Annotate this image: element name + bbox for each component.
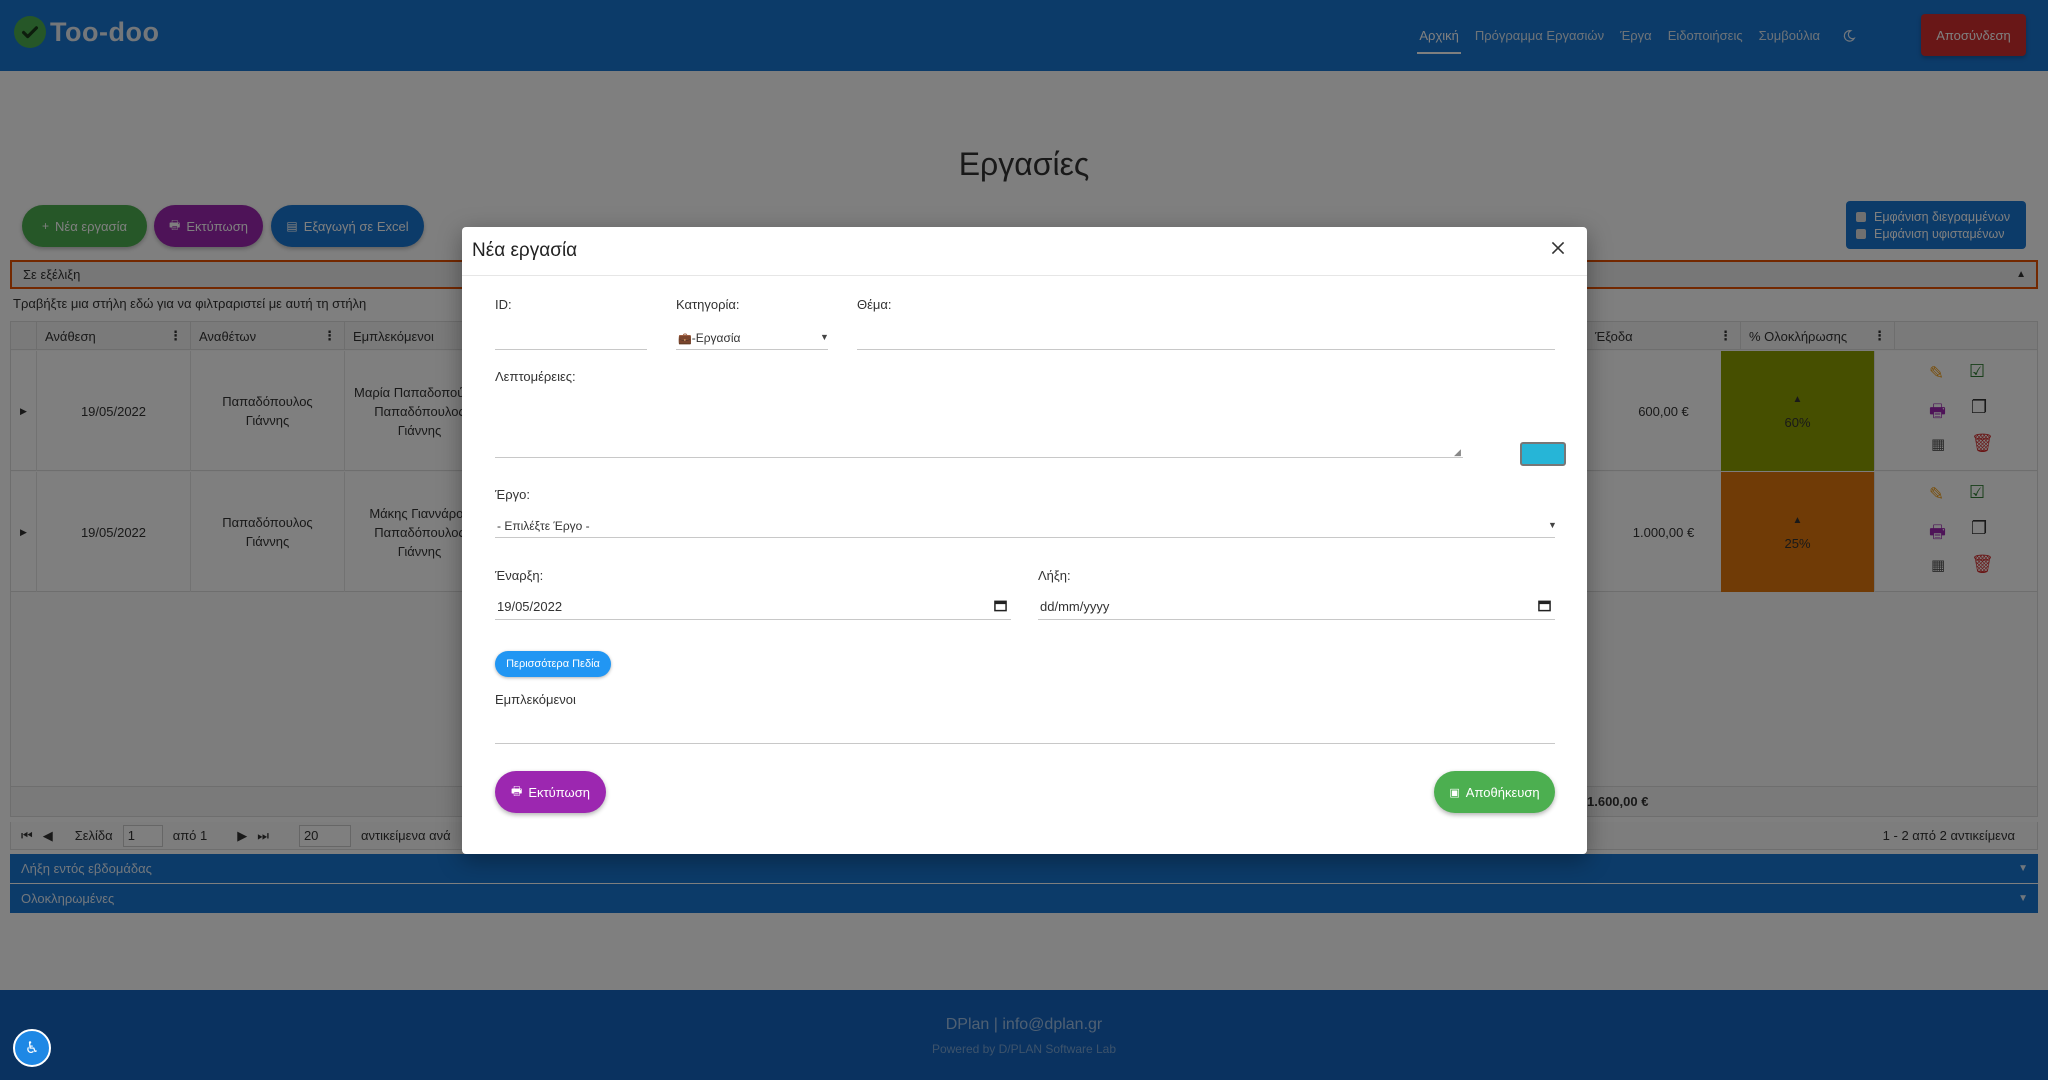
subject-label: Θέμα: [857,297,892,312]
project-underline [495,537,1555,538]
modal-print-button[interactable]: 🖶 Εκτύπωση [495,771,606,813]
start-date-label: Έναρξη: [495,568,544,583]
printer-icon: 🖶 [511,783,523,798]
modal-print-label: Εκτύπωση [528,784,590,800]
id-field[interactable] [495,349,647,350]
modal-header: Νέα εργασία [462,227,1587,276]
end-date-label: Λήξη: [1038,568,1071,583]
subject-field[interactable] [857,349,1555,350]
id-label: ID: [495,297,512,312]
category-select[interactable]: 💼-Εργασία [678,331,740,345]
end-date-underline [1038,619,1555,620]
save-button[interactable]: ▣ Αποθήκευση [1434,771,1555,813]
details-textarea[interactable] [495,457,1463,458]
calendar-icon[interactable] [994,599,1007,612]
accessibility-icon[interactable]: ♿ [13,1029,51,1067]
category-label: Κατηγορία: [676,297,740,312]
save-label: Αποθήκευση [1465,784,1540,800]
briefcase-icon: 💼 [678,333,692,345]
color-picker[interactable] [1520,442,1566,466]
chevron-down-icon[interactable]: ▼ [1548,520,1557,530]
close-icon[interactable] [1547,237,1569,259]
more-fields-button[interactable]: Περισσότερα Πεδία [495,651,611,677]
involved-label: Εμπλεκόμενοι [495,692,576,707]
resize-handle-icon[interactable]: ◢ [1454,447,1461,458]
chevron-down-icon[interactable]: ▼ [820,332,829,342]
floppy-disk-icon: ▣ [1449,786,1460,799]
category-underline [676,349,828,350]
project-label: Έργο: [495,487,530,502]
start-date-input[interactable]: 19/05/2022 [497,599,562,614]
start-date-underline [495,619,1011,620]
details-label: Λεπτομέρειες: [495,369,576,384]
project-select[interactable]: - Επιλέξτε Έργο - [497,519,590,533]
involved-field[interactable] [495,743,1555,744]
calendar-icon[interactable] [1538,599,1551,612]
new-task-modal: Νέα εργασία ID: Κατηγορία: 💼-Εργασία ▼ Θ… [462,227,1587,854]
modal-title: Νέα εργασία [472,240,578,261]
category-value: -Εργασία [691,331,741,345]
end-date-input[interactable]: dd/mm/yyyy [1040,599,1109,614]
